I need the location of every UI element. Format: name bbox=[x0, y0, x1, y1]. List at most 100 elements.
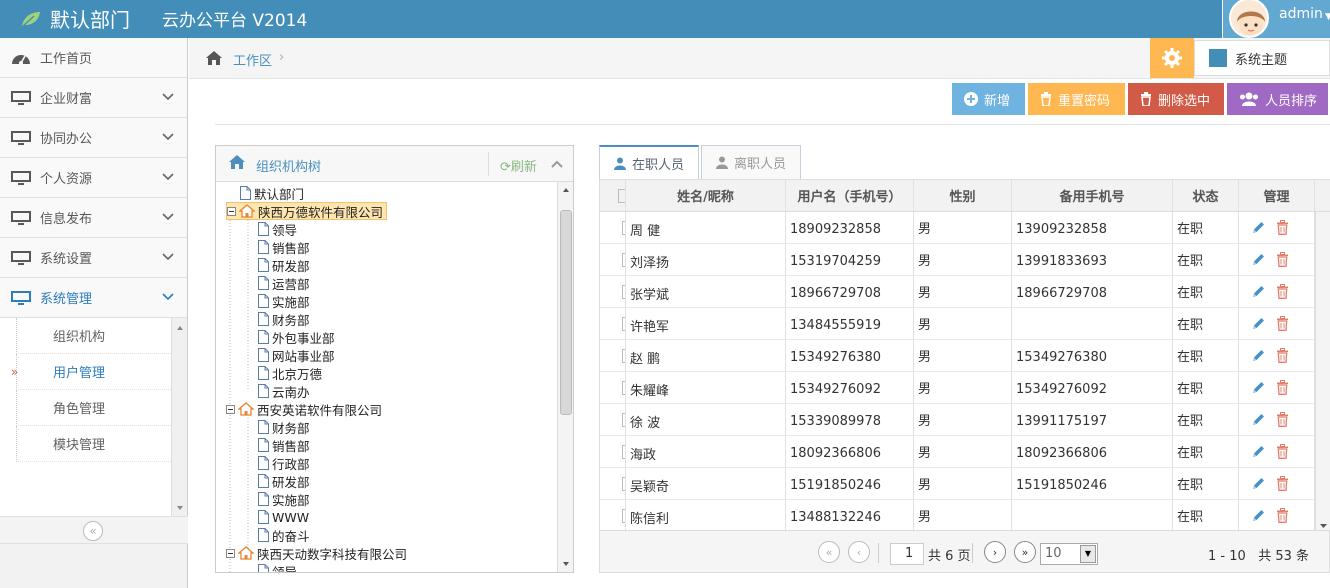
row-checkbox[interactable] bbox=[600, 404, 626, 435]
brand[interactable]: 默认部门 云办公平台 V2014 bbox=[20, 4, 307, 33]
table-row[interactable]: 许艳军 13484555919 男 在职 bbox=[600, 308, 1315, 340]
edit-pencil-icon[interactable] bbox=[1251, 380, 1266, 395]
delete-trash-icon[interactable] bbox=[1276, 348, 1289, 363]
page-number-input[interactable]: 1 bbox=[890, 543, 924, 565]
prev-page-button[interactable]: ‹ bbox=[848, 541, 870, 563]
edit-pencil-icon[interactable] bbox=[1251, 412, 1266, 427]
scroll-thumb[interactable] bbox=[560, 210, 572, 415]
sidebar-item-wealth[interactable]: 企业财富 bbox=[0, 78, 187, 118]
table-row[interactable]: 刘泽扬 15319704259 男 13991833693 在职 bbox=[600, 244, 1315, 276]
tree-node[interactable]: 财务部 bbox=[258, 310, 310, 328]
tab-left-staff[interactable]: 离职人员 bbox=[701, 145, 802, 180]
delete-trash-icon[interactable] bbox=[1276, 220, 1289, 235]
chevron-up-icon[interactable] bbox=[550, 157, 564, 171]
table-row[interactable]: 陈信利 13488132246 男 在职 bbox=[600, 500, 1315, 532]
edit-pencil-icon[interactable] bbox=[1251, 316, 1266, 331]
column-header-username[interactable]: 用户名（手机号） bbox=[786, 180, 914, 211]
row-checkbox[interactable] bbox=[600, 244, 626, 275]
column-header-gender[interactable]: 性别 bbox=[914, 180, 1012, 211]
sort-staff-button[interactable]: 人员排序 bbox=[1227, 83, 1328, 115]
home-icon[interactable] bbox=[205, 50, 223, 66]
sidebar-item-publish[interactable]: 信息发布 bbox=[0, 198, 187, 238]
theme-selector[interactable]: 系统主题 bbox=[1194, 40, 1330, 76]
row-checkbox[interactable] bbox=[600, 500, 626, 531]
delete-trash-icon[interactable] bbox=[1276, 412, 1289, 427]
collapse-node-icon[interactable] bbox=[226, 548, 235, 558]
tree-node[interactable]: 行政部 bbox=[258, 454, 310, 472]
tree-node[interactable]: 陕西天动数字科技有限公司 bbox=[226, 544, 407, 562]
submenu-item-roles[interactable]: 角色管理 bbox=[16, 390, 171, 426]
table-row[interactable]: 周 健 18909232858 男 13909232858 在职 bbox=[600, 212, 1315, 244]
sidebar-item-collab[interactable]: 协同办公 bbox=[0, 118, 187, 158]
delete-trash-icon[interactable] bbox=[1276, 508, 1289, 523]
tree-node[interactable]: 实施部 bbox=[258, 490, 310, 508]
tree-node[interactable]: 研发部 bbox=[258, 256, 310, 274]
tree-node[interactable]: 北京万德 bbox=[258, 364, 322, 382]
column-header-name[interactable]: 姓名/昵称 bbox=[626, 180, 786, 211]
last-page-button[interactable]: » bbox=[1014, 541, 1036, 563]
edit-pencil-icon[interactable] bbox=[1251, 476, 1266, 491]
sidebar-item-settings[interactable]: 系统设置 bbox=[0, 238, 187, 278]
tree-node[interactable]: 默认部门 bbox=[240, 184, 304, 202]
table-row[interactable]: 吴颖奇 15191850246 男 15191850246 在职 bbox=[600, 468, 1315, 500]
collapse-node-icon[interactable] bbox=[227, 206, 236, 216]
delete-trash-icon[interactable] bbox=[1276, 252, 1289, 267]
table-row[interactable]: 徐 波 15339089978 男 13991175197 在职 bbox=[600, 404, 1315, 436]
tree-node[interactable]: 领导 bbox=[258, 220, 297, 238]
sidebar-item-system-admin[interactable]: 系统管理 bbox=[0, 278, 187, 318]
add-button[interactable]: 新增 bbox=[952, 83, 1025, 115]
row-checkbox[interactable] bbox=[600, 372, 626, 403]
theme-settings-button[interactable] bbox=[1150, 38, 1194, 78]
delete-trash-icon[interactable] bbox=[1276, 284, 1289, 299]
tree-node[interactable]: 外包事业部 bbox=[258, 328, 335, 346]
tree-node[interactable]: 销售部 bbox=[258, 238, 310, 256]
column-header-status[interactable]: 状态 bbox=[1173, 180, 1239, 211]
tree-node[interactable]: 网站事业部 bbox=[258, 346, 335, 364]
delete-trash-icon[interactable] bbox=[1276, 380, 1289, 395]
page-size-select[interactable]: 10 ▼ bbox=[1040, 543, 1098, 565]
delete-trash-icon[interactable] bbox=[1276, 476, 1289, 491]
reset-password-button[interactable]: 重置密码 bbox=[1028, 83, 1125, 115]
tree-node[interactable]: 陕西万德软件有限公司 bbox=[226, 202, 388, 220]
table-row[interactable]: 海政 18092366806 男 18092366806 在职 bbox=[600, 436, 1315, 468]
sidebar-item-home[interactable]: 工作首页 bbox=[0, 38, 187, 78]
submenu-item-users[interactable]: » 用户管理 bbox=[11, 354, 187, 390]
tree-node[interactable]: 领导 bbox=[258, 562, 297, 572]
submenu-item-modules[interactable]: 模块管理 bbox=[16, 426, 171, 462]
tree-node[interactable]: 实施部 bbox=[258, 292, 310, 310]
tree-node[interactable]: WWW bbox=[258, 508, 309, 526]
row-checkbox[interactable] bbox=[600, 212, 626, 243]
delete-trash-icon[interactable] bbox=[1276, 316, 1289, 331]
edit-pencil-icon[interactable] bbox=[1251, 220, 1266, 235]
tree-node[interactable]: 西安英诺软件有限公司 bbox=[226, 400, 382, 418]
user-menu[interactable]: admin ▼ bbox=[1222, 0, 1330, 38]
table-row[interactable]: 朱耀峰 15349276092 男 15349276092 在职 bbox=[600, 372, 1315, 404]
grid-scrollbar[interactable] bbox=[1315, 212, 1330, 530]
tab-active-staff[interactable]: 在职人员 bbox=[599, 145, 700, 180]
table-row[interactable]: 赵 鹏 15349276380 男 15349276380 在职 bbox=[600, 340, 1315, 372]
tree-node[interactable]: 财务部 bbox=[258, 418, 310, 436]
breadcrumb-workspace[interactable]: 工作区 bbox=[233, 50, 272, 69]
row-checkbox[interactable] bbox=[600, 340, 626, 371]
collapse-sidebar-icon[interactable]: « bbox=[83, 521, 103, 541]
tree-node[interactable]: 运营部 bbox=[258, 274, 310, 292]
row-checkbox[interactable] bbox=[600, 468, 626, 499]
collapse-node-icon[interactable] bbox=[226, 404, 235, 414]
sidebar-item-personal[interactable]: 个人资源 bbox=[0, 158, 187, 198]
row-checkbox[interactable] bbox=[600, 436, 626, 467]
tree-node[interactable]: 云南办 bbox=[258, 382, 310, 400]
submenu-scrollbar[interactable] bbox=[171, 318, 187, 518]
delete-trash-icon[interactable] bbox=[1276, 444, 1289, 459]
column-header-backup-phone[interactable]: 备用手机号 bbox=[1012, 180, 1173, 211]
refresh-button[interactable]: ⟳刷新 bbox=[500, 156, 537, 175]
edit-pencil-icon[interactable] bbox=[1251, 508, 1266, 523]
tree-node[interactable]: 研发部 bbox=[258, 472, 310, 490]
submenu-item-org[interactable]: 组织机构 bbox=[16, 318, 171, 354]
delete-selected-button[interactable]: 删除选中 bbox=[1128, 83, 1224, 115]
org-tree-scrollbar[interactable] bbox=[557, 182, 573, 572]
next-page-button[interactable]: › bbox=[984, 541, 1006, 563]
edit-pencil-icon[interactable] bbox=[1251, 444, 1266, 459]
edit-pencil-icon[interactable] bbox=[1251, 252, 1266, 267]
row-checkbox[interactable] bbox=[600, 308, 626, 339]
table-row[interactable]: 张学斌 18966729708 男 18966729708 在职 bbox=[600, 276, 1315, 308]
